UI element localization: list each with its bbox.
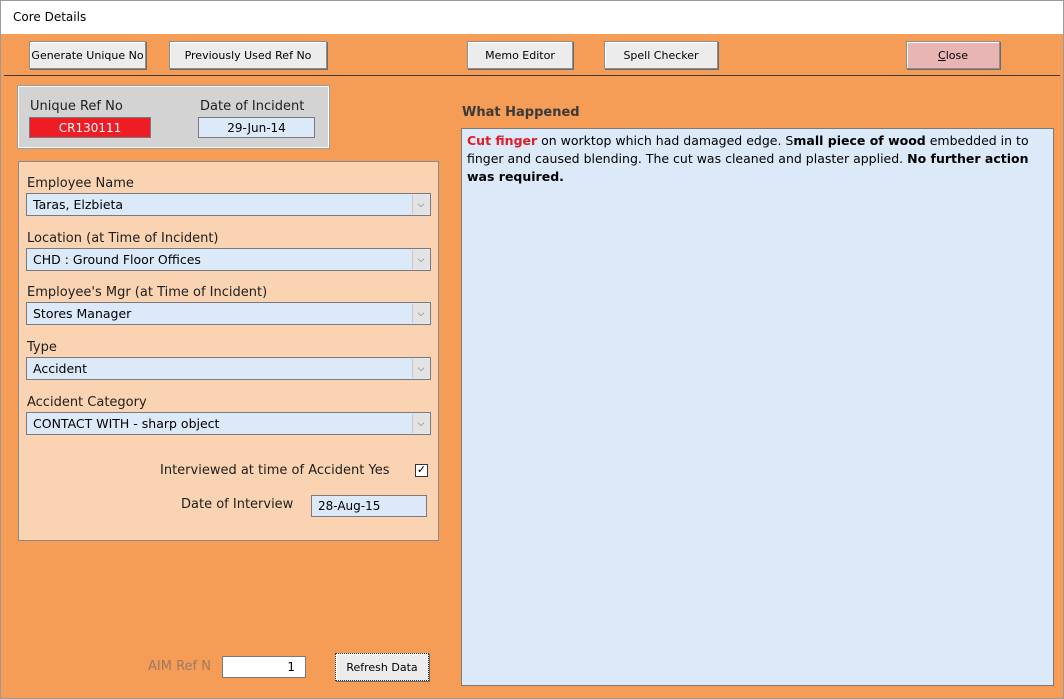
chevron-down-icon[interactable]: ⌵ (412, 359, 429, 378)
close-label-rest: lose (945, 48, 968, 62)
type-value: Accident (33, 361, 87, 376)
interviewed-checkbox[interactable]: ✓ (415, 464, 428, 477)
employee-name-value: Taras, Elzbieta (33, 197, 124, 212)
memo-text-part: Cut finger (467, 133, 538, 148)
date-of-interview-label: Date of Interview (181, 497, 294, 512)
chevron-down-icon[interactable]: ⌵ (412, 304, 429, 323)
memo-text-part: mall piece of wood (793, 133, 926, 148)
what-happened-memo[interactable]: Cut finger on worktop which had damaged … (461, 128, 1054, 686)
date-of-incident-field[interactable]: 29-Jun-14 (198, 117, 315, 138)
window-title: Core Details (13, 10, 87, 24)
manager-label: Employee's Mgr (at Time of Incident) (27, 285, 268, 300)
date-of-incident-label: Date of Incident (200, 99, 305, 114)
refresh-data-button[interactable]: Refresh Data (335, 653, 429, 681)
aim-ref-field[interactable]: 1 (222, 656, 306, 678)
location-select[interactable]: CHD : Ground Floor Offices ⌵ (26, 248, 431, 271)
close-button[interactable]: Close (906, 41, 1000, 69)
core-details-window: Core Details Generate Unique No Previous… (0, 0, 1064, 699)
aim-ref-label: AIM Ref N (148, 659, 211, 674)
type-select[interactable]: Accident ⌵ (26, 357, 431, 380)
what-happened-label: What Happened (462, 105, 580, 120)
chevron-down-icon[interactable]: ⌵ (412, 414, 429, 433)
unique-ref-field[interactable]: CR130111 (29, 117, 151, 138)
details-panel: Employee Name Taras, Elzbieta ⌵ Location… (18, 161, 439, 541)
accident-category-select[interactable]: CONTACT WITH - sharp object ⌵ (26, 412, 431, 435)
memo-text-part: . (559, 169, 564, 184)
chevron-down-icon[interactable]: ⌵ (412, 195, 429, 214)
employee-name-select[interactable]: Taras, Elzbieta ⌵ (26, 193, 431, 216)
unique-ref-label: Unique Ref No (30, 99, 123, 114)
chevron-down-icon[interactable]: ⌵ (412, 250, 429, 269)
location-label: Location (at Time of Incident) (27, 231, 219, 246)
manager-select[interactable]: Stores Manager ⌵ (26, 302, 431, 325)
interviewed-label: Interviewed at time of Accident Yes (160, 463, 390, 478)
type-label: Type (27, 340, 57, 355)
toolbar-separator (4, 75, 1060, 76)
accident-category-value: CONTACT WITH - sharp object (33, 416, 220, 431)
accident-category-label: Accident Category (27, 395, 147, 410)
reference-box: Unique Ref No CR130111 Date of Incident … (18, 86, 329, 148)
spell-checker-button[interactable]: Spell Checker (604, 41, 718, 69)
title-bar: Core Details (1, 1, 1063, 34)
employee-name-label: Employee Name (27, 176, 134, 191)
location-value: CHD : Ground Floor Offices (33, 252, 201, 267)
memo-editor-button[interactable]: Memo Editor (467, 41, 573, 69)
manager-value: Stores Manager (33, 306, 132, 321)
close-mnemonic: C (938, 48, 946, 62)
checkmark-icon: ✓ (416, 464, 427, 476)
memo-text-part: on worktop which had damaged edge. S (537, 133, 794, 148)
previously-used-ref-button[interactable]: Previously Used Ref No (169, 41, 327, 69)
date-of-interview-field[interactable]: 28-Aug-15 (311, 495, 427, 517)
generate-unique-no-button[interactable]: Generate Unique No (29, 41, 146, 69)
